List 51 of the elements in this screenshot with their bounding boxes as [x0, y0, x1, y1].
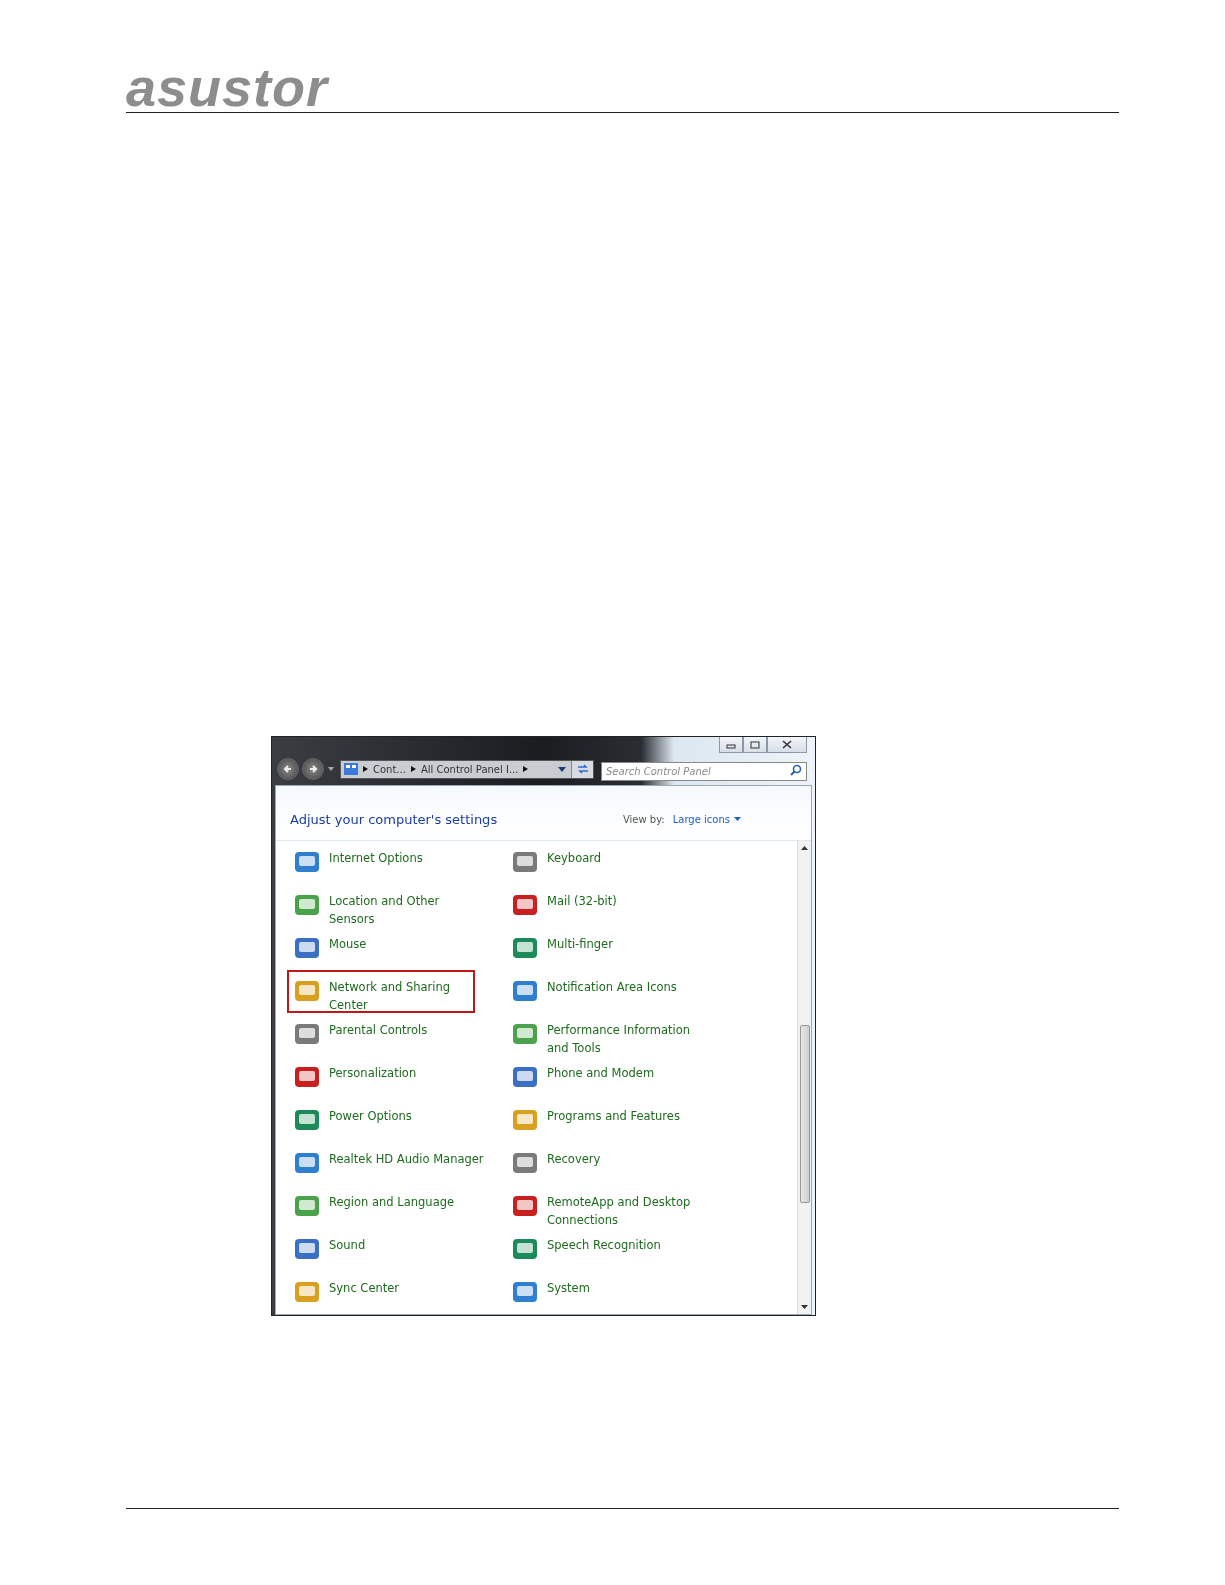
control-panel-item[interactable]: Realtek HD Audio Manager — [287, 1142, 505, 1185]
control-panel-item[interactable]: Personalization — [287, 1056, 505, 1099]
control-panel-item[interactable]: Network and Sharing Center — [287, 970, 475, 1013]
control-panel-item[interactable]: Internet Options — [287, 841, 505, 884]
company-logo: asustor — [126, 62, 329, 112]
control-panel-item[interactable]: Sound — [287, 1228, 505, 1271]
control-panel-item[interactable]: Mouse — [287, 927, 505, 970]
close-button[interactable] — [767, 737, 807, 753]
refresh-icon — [575, 763, 590, 775]
control-panel-item[interactable]: Sync Center — [287, 1271, 505, 1314]
history-caret-icon[interactable] — [328, 767, 334, 771]
search-field[interactable]: Search Control Panel — [601, 761, 807, 781]
breadcrumb-arrow-icon — [363, 766, 368, 772]
control-panel-item[interactable]: Phone and Modem — [505, 1056, 783, 1099]
scroll-up-icon[interactable] — [801, 846, 808, 850]
control-panel-item[interactable]: Recovery — [505, 1142, 783, 1185]
maximize-button[interactable] — [743, 737, 767, 753]
close-icon — [782, 740, 792, 749]
control-panel-item[interactable]: Mail (32-bit) — [505, 884, 783, 927]
page-heading: Adjust your computer's settings — [290, 811, 498, 827]
control-panel-item[interactable]: Notification Area Icons — [505, 970, 783, 1013]
control-panel-item[interactable]: Programs and Features — [505, 1099, 783, 1142]
breadcrumb-arrow-icon — [410, 766, 416, 772]
scroll-thumb[interactable] — [799, 1025, 810, 1203]
breadcrumb[interactable]: Cont... — [373, 763, 406, 775]
address-bar[interactable]: Cont... All Control Panel I... — [340, 759, 594, 779]
forward-button[interactable] — [302, 758, 324, 780]
view-by-dropdown[interactable]: Large icons — [672, 813, 741, 825]
control-panel-item[interactable]: Speech Recognition — [505, 1228, 783, 1271]
control-panel-item[interactable]: Parental Controls — [287, 1013, 505, 1056]
breadcrumb-arrow-icon — [523, 766, 529, 772]
dropdown-caret-icon — [734, 817, 741, 821]
control-panel-item[interactable]: Region and Language — [287, 1185, 505, 1228]
minimize-button[interactable] — [719, 737, 743, 753]
search-icon[interactable] — [790, 763, 802, 776]
control-panel-item[interactable]: RemoteApp and Desktop Connections — [505, 1185, 783, 1228]
control-panel-item[interactable]: Multi-finger — [505, 927, 783, 970]
scroll-down-icon[interactable] — [801, 1305, 808, 1309]
scrollbar[interactable] — [797, 841, 811, 1314]
maximize-icon — [750, 740, 760, 749]
control-panel-item[interactable]: Performance Information and Tools — [505, 1013, 783, 1056]
control-panel-item[interactable]: Location and Other Sensors — [287, 884, 505, 927]
refresh-button[interactable] — [571, 760, 593, 778]
dropdown-caret-icon[interactable] — [558, 766, 566, 772]
back-button[interactable] — [277, 758, 299, 780]
control-panel-item[interactable]: Power Options — [287, 1099, 505, 1142]
breadcrumb[interactable]: All Control Panel I... — [420, 763, 519, 775]
view-by-label: View by: — [622, 813, 665, 825]
control-panel-item[interactable]: System — [505, 1271, 783, 1314]
control-panel-icon — [344, 763, 358, 775]
control-panel-item[interactable]: Keyboard — [505, 841, 783, 884]
